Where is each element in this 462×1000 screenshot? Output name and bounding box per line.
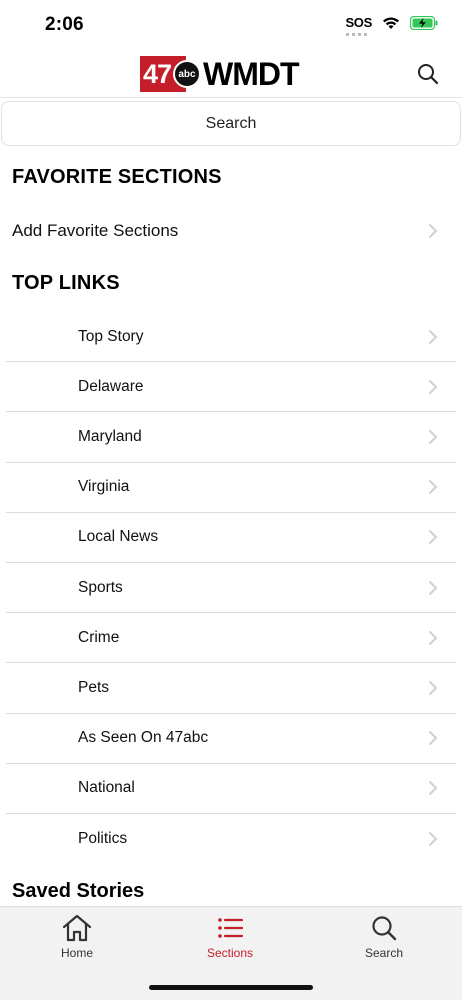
link-row-sports[interactable]: Sports	[6, 563, 456, 614]
link-row-top-story[interactable]: Top Story	[6, 312, 456, 363]
search-input[interactable]: Search	[1, 101, 461, 146]
chevron-right-icon	[429, 831, 437, 846]
tab-sections-label: Sections	[206, 946, 254, 960]
top-links-list: Top Story Delaware Maryland Virginia Loc…	[6, 312, 456, 864]
chevron-right-icon	[429, 480, 437, 495]
link-label: Politics	[78, 829, 128, 847]
add-favorite-sections-row[interactable]: Add Favorite Sections	[0, 206, 462, 256]
home-icon	[62, 914, 92, 942]
link-row-local-news[interactable]: Local News	[6, 513, 456, 563]
sos-indicator: SOS	[345, 15, 372, 36]
link-row-delaware[interactable]: Delaware	[6, 362, 456, 413]
link-label: Sports	[78, 578, 123, 596]
chevron-right-icon	[429, 329, 437, 344]
link-label: Local News	[78, 528, 159, 546]
chevron-right-icon	[429, 630, 437, 645]
sos-label: SOS	[345, 15, 372, 30]
chevron-right-icon	[429, 580, 437, 595]
link-label: Crime	[78, 628, 120, 646]
tab-home[interactable]: Home	[27, 913, 127, 960]
link-row-pets[interactable]: Pets	[6, 663, 456, 714]
top-links-heading: TOP LINKS	[12, 272, 120, 294]
chevron-right-icon	[429, 379, 437, 394]
search-icon	[372, 916, 397, 941]
saved-stories-heading: Saved Stories	[12, 880, 145, 902]
link-row-virginia[interactable]: Virginia	[6, 463, 456, 513]
app-header: 47 abc WMDT	[0, 50, 462, 98]
chevron-right-icon	[429, 680, 437, 695]
logo-network-badge: abc	[173, 60, 201, 88]
link-row-national[interactable]: National	[6, 764, 456, 814]
tab-search[interactable]: Search	[334, 913, 434, 960]
link-row-crime[interactable]: Crime	[6, 613, 456, 664]
link-row-politics[interactable]: Politics	[6, 814, 456, 864]
favorite-sections-heading: FAVORITE SECTIONS	[12, 166, 222, 188]
home-indicator	[149, 985, 313, 990]
status-bar: 2:06 SOS	[0, 0, 462, 50]
chevron-right-icon	[429, 429, 437, 444]
logo-name: WMDT	[203, 56, 300, 92]
link-row-as-seen-on[interactable]: As Seen On 47abc	[6, 714, 456, 764]
status-indicators: SOS	[345, 15, 438, 36]
chevron-right-icon	[429, 530, 437, 545]
link-label: Delaware	[78, 377, 144, 395]
battery-charging-icon	[410, 15, 438, 30]
link-label: National	[78, 779, 135, 797]
tab-search-label: Search	[364, 946, 404, 960]
chevron-right-icon	[429, 224, 437, 238]
wifi-icon	[383, 17, 399, 29]
link-label: Top Story	[78, 327, 144, 345]
tab-home-label: Home	[60, 946, 93, 960]
link-label: As Seen On 47abc	[78, 729, 209, 747]
search-icon[interactable]	[416, 62, 440, 86]
station-logo[interactable]: 47 abc WMDT	[140, 56, 300, 92]
link-label: Pets	[78, 678, 110, 696]
chevron-right-icon	[429, 781, 437, 796]
add-favorite-sections-label: Add Favorite Sections	[12, 221, 179, 240]
status-time: 2:06	[45, 14, 84, 35]
link-row-maryland[interactable]: Maryland	[6, 412, 456, 463]
tab-sections[interactable]: Sections	[180, 913, 280, 960]
link-label: Virginia	[78, 478, 130, 496]
chevron-right-icon	[429, 731, 437, 746]
list-icon	[218, 918, 244, 938]
link-label: Maryland	[78, 427, 142, 445]
